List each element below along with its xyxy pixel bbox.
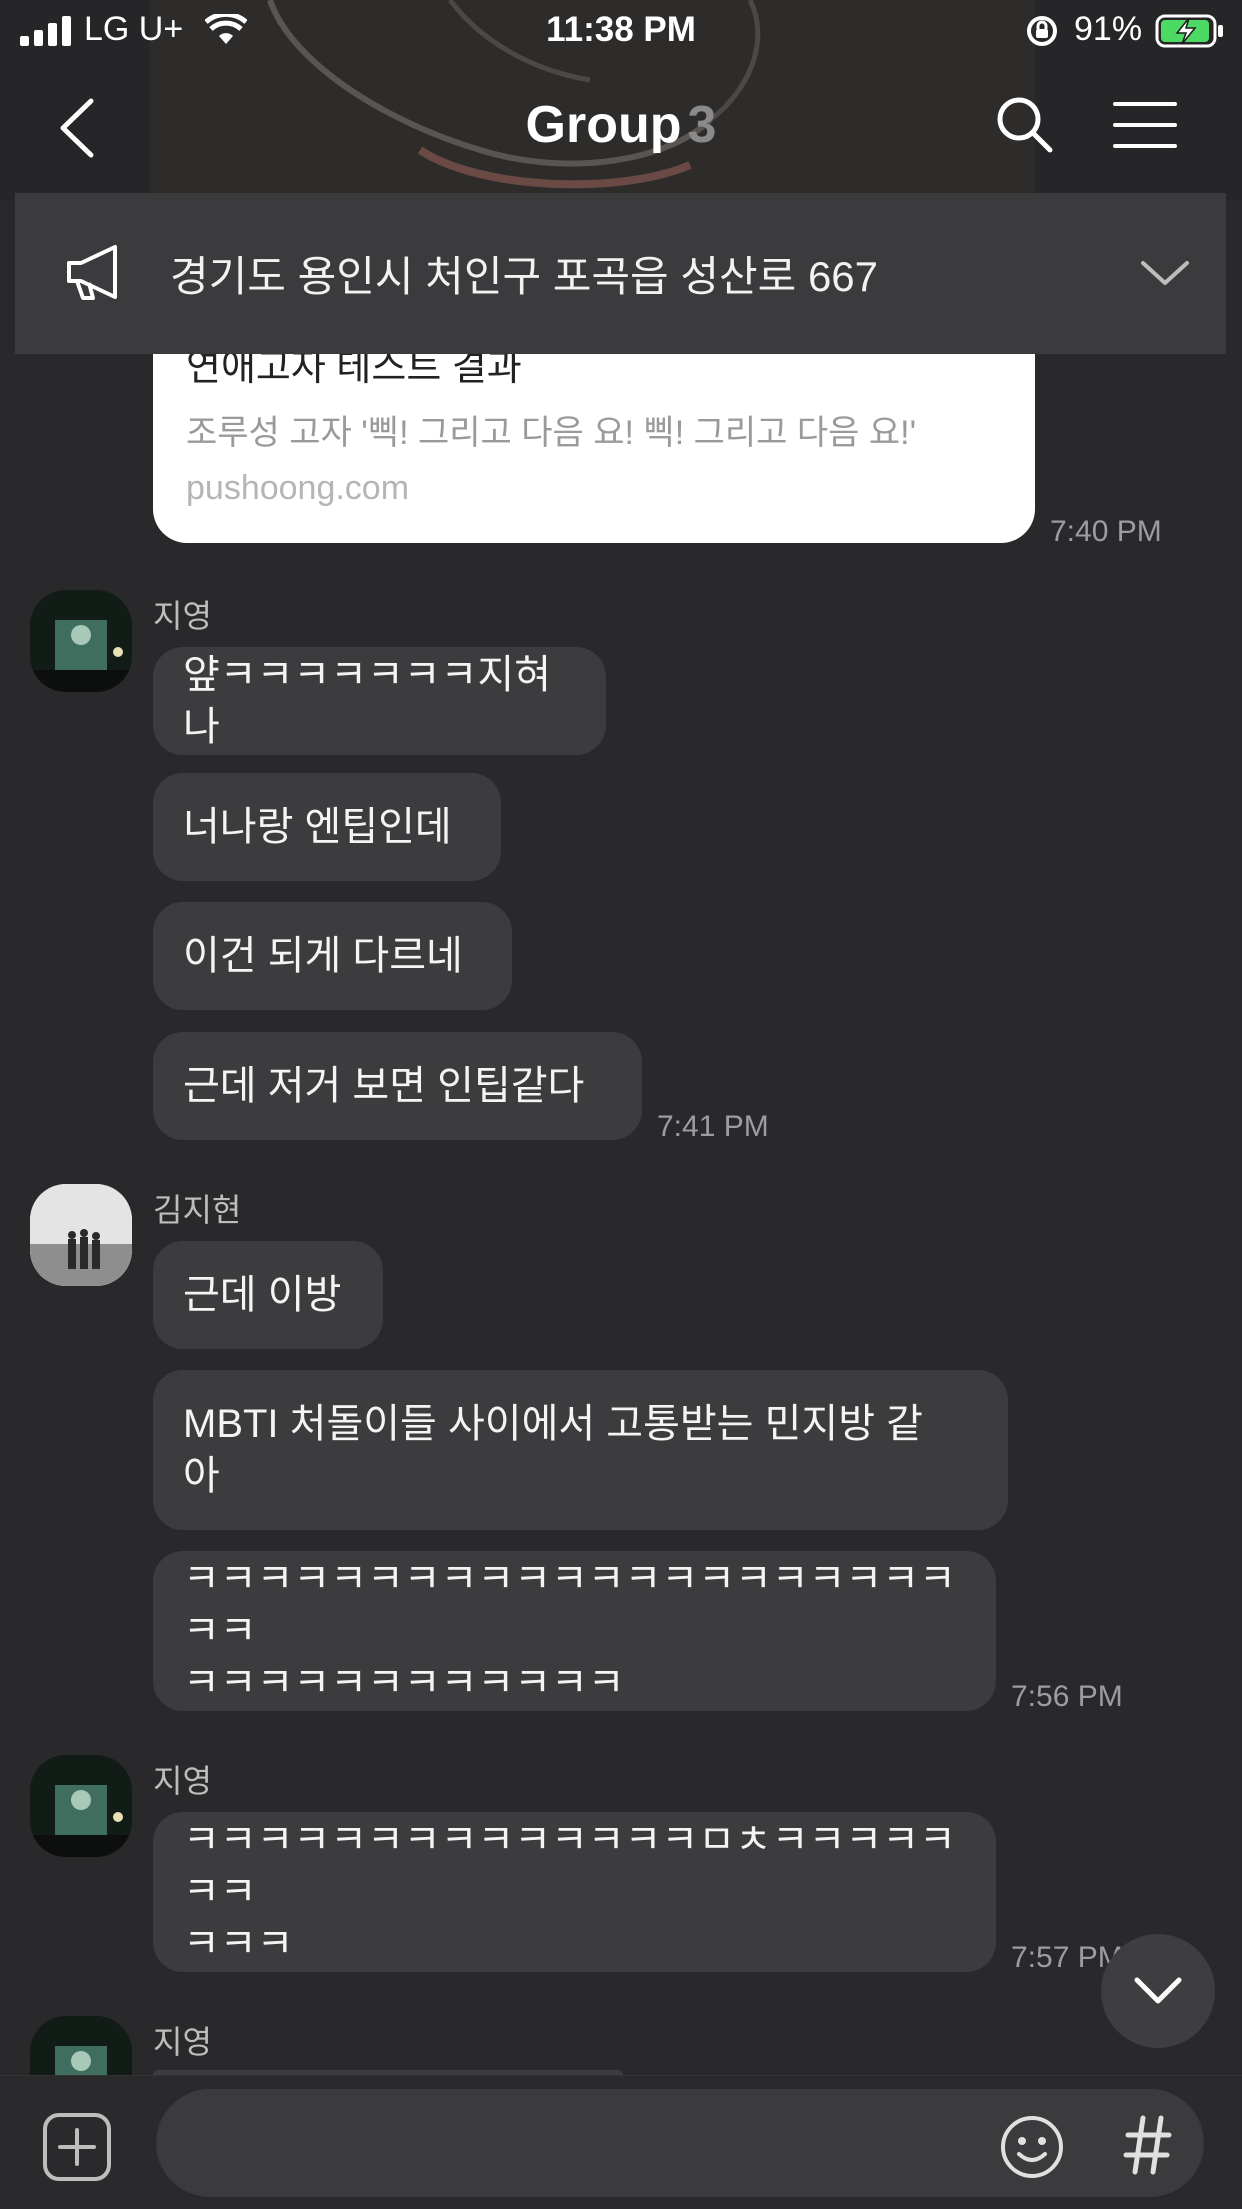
message-text: 근데 이방 <box>183 1273 342 1317</box>
battery-percentage: 91% <box>1074 10 1143 48</box>
hamburger-menu-icon <box>1113 102 1177 148</box>
message-text-line: ㅋㅋㅋㅋㅋㅋㅋㅋㅋㅋㅋㅋㅋㅋㅋㅋㅋㅋㅋㅋㅋㅋㅋ <box>183 1557 956 1653</box>
chevron-down-icon <box>1141 261 1189 285</box>
avatar-photo <box>30 1184 132 1286</box>
chat-bubble[interactable]: 근데 저거 보면 인팁같다 <box>153 1032 642 1140</box>
message-text: 근데 저거 보면 인팁같다 <box>183 1064 585 1108</box>
battery-charging-icon <box>1155 14 1223 48</box>
chat-bubble[interactable]: 얖ㅋㅋㅋㅋㅋㅋㅋ지혀나 <box>153 647 606 755</box>
chevron-down-icon <box>1134 1977 1182 2004</box>
hashtag-search-button[interactable] <box>1123 2112 1173 2178</box>
message-time: 7:40 PM <box>1050 515 1162 548</box>
chat-bubble[interactable]: 근데 이방 <box>153 1241 383 1349</box>
chat-title: Group 3 <box>0 95 1242 155</box>
avatar[interactable] <box>30 1755 132 1857</box>
hashtag-icon <box>1123 2115 1172 2175</box>
chat-bubble[interactable]: MBTI 처돌이들 사이에서 고통받는 민지방 같 아 <box>153 1370 1008 1530</box>
message-time: 7:41 PM <box>657 1110 769 1143</box>
chat-bubble[interactable]: ㅋㅋㅋㅋㅋㅋㅋㅋㅋㅋㅋㅋㅋㅋㅁㅊㅋㅋㅋㅋㅋㅋㅋ ㅋㅋㅋ <box>153 1812 996 1972</box>
avatar-photo <box>30 590 132 692</box>
avatar[interactable] <box>30 1184 132 1286</box>
message-time: 7:56 PM <box>1011 1680 1123 1713</box>
member-count: 3 <box>687 96 717 154</box>
orientation-lock-icon <box>1027 16 1057 46</box>
notice-banner-content: 경기도 용인시 처인구 포곡읍 성산로 667 <box>15 193 1226 354</box>
message-text-line: ㅋㅋㅋ <box>183 1922 294 1966</box>
menu-button[interactable] <box>1113 100 1177 150</box>
link-domain: pushoong.com <box>186 469 410 507</box>
message-text: 너나랑 엔팁인데 <box>183 805 452 849</box>
notice-text-visible: 경기도 용인시 처인구 포곡읍 성산로 667 <box>170 253 879 300</box>
link-preview-card[interactable]: 연애고자 테스트 결과 조루성 고자 '삑! 그리고 다음 요! 삑! 그리고 … <box>153 340 1035 543</box>
sender-name: 지영 <box>153 1763 212 1799</box>
add-attachment-button[interactable] <box>42 2112 112 2182</box>
link-description: 조루성 고자 '삑! 그리고 다음 요! 삑! 그리고 다음 요!' <box>186 414 917 452</box>
message-input-bar <box>0 2075 1242 2209</box>
chat-bubble[interactable]: 너나랑 엔팁인데 <box>153 773 501 881</box>
scroll-to-bottom-button[interactable] <box>1101 1934 1215 2048</box>
sender-name: 지영 <box>153 2024 212 2060</box>
sender-name: 지영 <box>153 598 212 634</box>
message-text-line: 아 <box>183 1454 220 1498</box>
message-text: 이건 되게 다르네 <box>183 934 463 978</box>
chat-bubble[interactable]: ㅋㅋㅋㅋㅋㅋㅋㅋㅋㅋㅋㅋㅋㅋㅋㅋㅋㅋㅋㅋㅋㅋㅋ ㅋㅋㅋㅋㅋㅋㅋㅋㅋㅋㅋㅋ <box>153 1551 996 1711</box>
status-bar: LG U+ 11:38 PM 91% <box>0 0 1242 62</box>
megaphone-icon <box>67 245 117 300</box>
sender-name: 김지현 <box>153 1192 242 1228</box>
avatar[interactable] <box>30 590 132 692</box>
plus-square-icon <box>43 2113 111 2181</box>
avatar[interactable] <box>30 2016 132 2075</box>
message-text: 얖ㅋㅋㅋㅋㅋㅋㅋ지혀나 <box>183 653 551 749</box>
avatar-photo <box>30 1755 132 1857</box>
avatar-photo <box>30 2016 132 2075</box>
chat-title-text: Group <box>525 96 682 154</box>
chat-bubble[interactable]: 이건 되게 다르네 <box>153 902 512 1010</box>
message-text-line: MBTI 처돌이들 사이에서 고통받는 민지방 같 <box>183 1402 923 1446</box>
message-text-line: ㅋㅋㅋㅋㅋㅋㅋㅋㅋㅋㅋㅋㅋㅋㅁㅊㅋㅋㅋㅋㅋㅋㅋ <box>183 1818 956 1914</box>
search-icon <box>997 97 1053 153</box>
emoji-icon <box>1001 2116 1063 2178</box>
emoji-button[interactable] <box>999 2114 1065 2180</box>
search-button[interactable] <box>995 95 1055 155</box>
message-text-line: ㅋㅋㅋㅋㅋㅋㅋㅋㅋㅋㅋㅋ <box>183 1661 625 1705</box>
